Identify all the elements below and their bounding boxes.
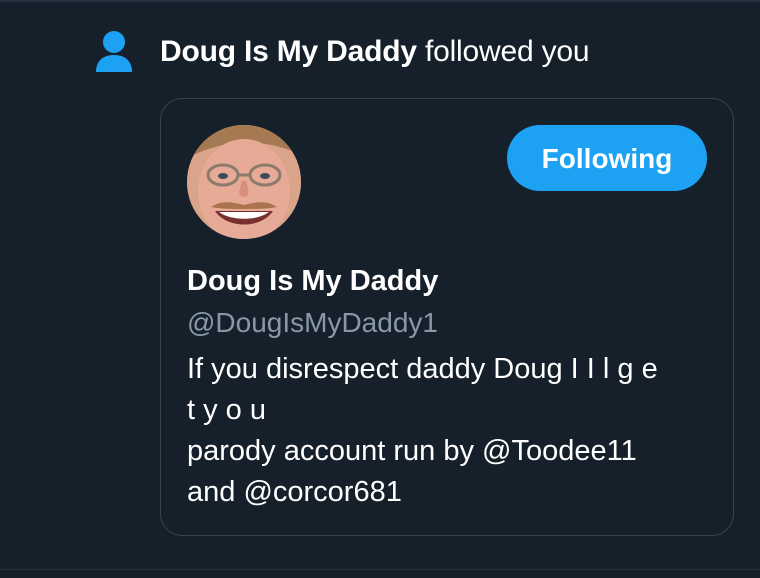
profile-photo (187, 125, 301, 239)
notification-action: followed you (424, 35, 590, 68)
notification-actor-name[interactable]: Doug Is My Daddy (160, 35, 417, 68)
profile-card[interactable]: Following Doug Is My Daddy @DougIsMyDadd… (160, 98, 734, 536)
bio-line: and @corcor681 (187, 476, 402, 508)
profile-avatar[interactable] (187, 125, 301, 239)
profile-display-name[interactable]: Doug Is My Daddy (187, 261, 438, 301)
person-icon (96, 31, 132, 72)
follow-notification[interactable]: Doug Is My Daddy followed you (94, 30, 590, 74)
bottom-divider (0, 569, 760, 570)
bio-line: If you disrespect daddy Doug I I l g e (187, 353, 658, 385)
following-button[interactable]: Following (507, 125, 707, 191)
bio-line: t y o u (187, 394, 266, 426)
profile-bio: If you disrespect daddy Doug I I l g e t… (187, 349, 707, 513)
top-divider (0, 0, 760, 2)
bio-line: parody account run by @Toodee11 (187, 435, 637, 467)
notification-text: Doug Is My Daddy followed you (160, 30, 590, 74)
profile-handle[interactable]: @DougIsMyDaddy1 (187, 303, 438, 343)
